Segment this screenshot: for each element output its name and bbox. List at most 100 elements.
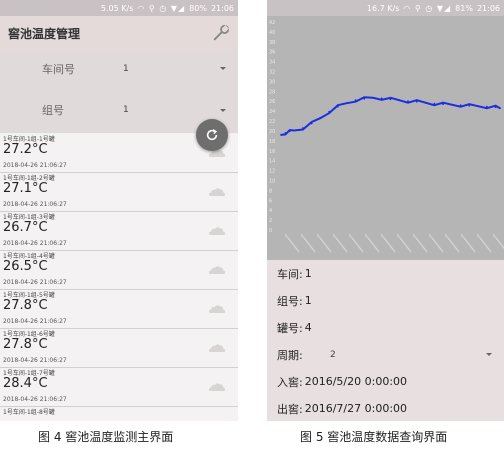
list-item[interactable]: 1号车间-1组-7号罐 28.4°C 2018-04-26 21:06:27: [0, 368, 238, 407]
data-point: [337, 105, 339, 108]
tank-temperature: 27.8°C: [3, 298, 48, 313]
data-point: [494, 106, 497, 109]
y-tick-label: 20: [269, 129, 275, 135]
tank-temperature: 27.1°C: [3, 181, 48, 196]
chart-svg: 024681012141618202224262830323436384042: [269, 20, 504, 253]
data-point: [328, 110, 331, 113]
tank-temperature: 28.4°C: [3, 376, 48, 391]
data-point: [310, 122, 313, 125]
list-item[interactable]: 1号车间-1组-2号罐 27.1°C 2018-04-26 21:06:27: [0, 173, 238, 212]
workshop-label: 车间号: [42, 62, 75, 76]
status-bar: 16.7 K/s ◠ ⚲ ◷ ▼◢ 81% 21:06: [267, 0, 504, 16]
data-point: [288, 130, 291, 133]
out-date-value: 2016/7/27 0:00:00: [304, 402, 408, 415]
tank-timestamp: 2018-04-26 21:06:27: [3, 162, 67, 169]
refresh-button[interactable]: [196, 119, 228, 151]
data-point: [319, 117, 322, 119]
x-tick-label: [428, 233, 444, 253]
cloud-icon: [208, 266, 226, 275]
data-point: [468, 104, 471, 107]
refresh-icon: [206, 129, 218, 141]
data-point: [345, 102, 348, 105]
y-tick-label: 6: [269, 198, 272, 204]
x-tick-label: [444, 233, 460, 253]
app-bar: 窖池温度管理: [0, 16, 238, 50]
period-select[interactable]: 周期: 2: [267, 341, 504, 368]
y-tick-label: 18: [269, 139, 275, 145]
tank-timestamp: 2018-04-26 21:06:27: [3, 318, 67, 325]
x-tick-label: [364, 233, 380, 253]
y-tick-label: 32: [269, 70, 275, 76]
data-point: [284, 132, 287, 134]
chevron-down-icon: [220, 108, 226, 112]
y-tick-label: 10: [269, 178, 275, 184]
y-tick-label: 28: [269, 89, 275, 95]
data-point: [499, 107, 501, 110]
tank-temperature: 26.7°C: [3, 220, 48, 235]
figure-caption: 图 4 窖池温度监测主界面: [38, 430, 174, 444]
x-tick-label: [412, 233, 428, 253]
clock: 21:06: [476, 3, 500, 13]
data-point: [477, 105, 479, 108]
group-label: 组号:: [277, 294, 303, 308]
y-tick-label: 8: [269, 188, 272, 194]
y-tick-label: 36: [269, 50, 275, 56]
out-date-label: 出窖:: [277, 402, 303, 416]
data-point: [380, 97, 383, 100]
period-value: 2: [330, 349, 336, 360]
data-point: [442, 103, 444, 106]
monitor-screen: 5.05 K/s ◠ ⚲ ◷ ▼◢ 80% 21:06 窖池温度管理 车间号 1…: [0, 0, 238, 421]
temperature-chart[interactable]: 0 2 4 6 8 10 12 14 16 18 20 22 24 26 28 30 32 34 36 38 40 42: [267, 16, 504, 260]
net-speed: 16.7 K/s: [366, 3, 400, 13]
data-point: [398, 99, 401, 102]
y-tick-label: 30: [269, 79, 275, 85]
wrench-icon[interactable]: [212, 24, 230, 42]
in-date-label: 入窖:: [277, 375, 303, 389]
chevron-down-icon: [486, 353, 492, 356]
tank-label: 罐号:: [277, 321, 303, 335]
y-tick-label: 16: [269, 149, 275, 155]
battery-level: 80%: [189, 3, 207, 13]
data-point: [363, 97, 366, 100]
workshop-value: 1: [304, 267, 312, 280]
data-point: [433, 102, 436, 105]
tank-row: 罐号: 4: [267, 314, 504, 341]
data-point: [407, 100, 409, 103]
period-label: 周期:: [277, 348, 303, 362]
in-date-row: 入窖: 2016/5/20 0:00:00: [267, 368, 504, 395]
y-tick-label: 12: [269, 169, 275, 175]
data-point: [293, 129, 295, 132]
data-point: [354, 99, 357, 102]
group-label: 组号: [42, 104, 64, 117]
x-tick-label: [492, 233, 504, 250]
data-point: [302, 127, 304, 129]
cloud-icon: [208, 383, 226, 392]
list-item[interactable]: 1号车间-1组-3号罐 26.7°C 2018-04-26 21:06:27: [0, 212, 238, 251]
y-tick-label: 14: [269, 159, 275, 165]
data-point: [280, 134, 282, 136]
list-item[interactable]: 1号车间-1组-6号罐 27.8°C 2018-04-26 21:06:27: [0, 329, 238, 368]
out-date-row: 出窖: 2016/7/27 0:00:00: [267, 395, 504, 421]
tank-timestamp: 2018-04-26 21:06:27: [3, 240, 67, 247]
list-item[interactable]: 1号车间-1组-5号罐 27.8°C 2018-04-26 21:06:27: [0, 290, 238, 329]
in-date-value: 2016/5/20 0:00:00: [304, 375, 408, 388]
chevron-down-icon: [220, 67, 226, 70]
list-item[interactable]: 1号车间-1组-4号罐 26.5°C 2018-04-26 21:06:27: [0, 251, 238, 290]
group-value: 1: [304, 294, 312, 307]
net-speed: 5.05 K/s: [100, 3, 134, 13]
y-tick-label: 40: [269, 30, 275, 36]
y-tick-label: 0: [269, 228, 272, 234]
list-item[interactable]: 1号车间-1组-8号罐: [0, 407, 238, 421]
cloud-icon: [208, 344, 226, 353]
workshop-value: 1: [123, 63, 129, 74]
tank-timestamp: 2018-04-26 21:06:27: [3, 357, 67, 364]
x-tick-label: [284, 233, 300, 253]
x-tick-label: [316, 233, 332, 253]
group-row: 组号: 1: [267, 287, 504, 314]
tank-timestamp: 2018-04-26 21:06:27: [3, 279, 67, 286]
tank-temperature: 27.2°C: [3, 142, 48, 157]
status-icons: ◠ ⚲ ◷ ▼◢: [137, 3, 186, 13]
workshop-select[interactable]: 车间号 1: [0, 50, 238, 87]
cloud-icon: [208, 305, 226, 314]
data-point: [415, 100, 418, 103]
